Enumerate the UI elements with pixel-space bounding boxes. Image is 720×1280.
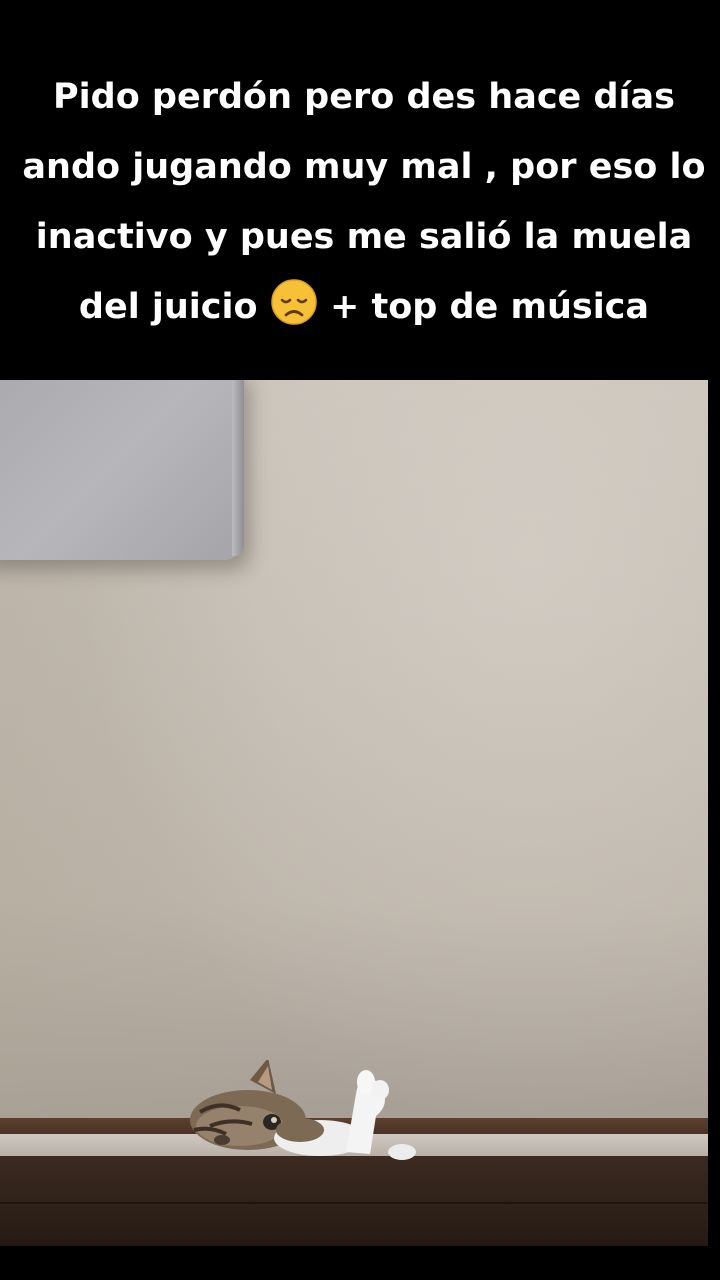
shelf-divider bbox=[0, 1202, 708, 1204]
video-post[interactable]: Pido perdón pero des hace días ando juga… bbox=[0, 0, 720, 1280]
video-caption: Pido perdón pero des hace días ando juga… bbox=[20, 62, 708, 342]
video-frame[interactable] bbox=[0, 380, 708, 1246]
cat-raised-paw bbox=[346, 1070, 416, 1160]
cat-image bbox=[190, 1060, 416, 1160]
disappointed-face-icon bbox=[271, 279, 317, 325]
tv-edge bbox=[232, 380, 244, 556]
caption-text-end: + top de música bbox=[317, 287, 650, 327]
wall-mounted-tv bbox=[0, 380, 242, 560]
